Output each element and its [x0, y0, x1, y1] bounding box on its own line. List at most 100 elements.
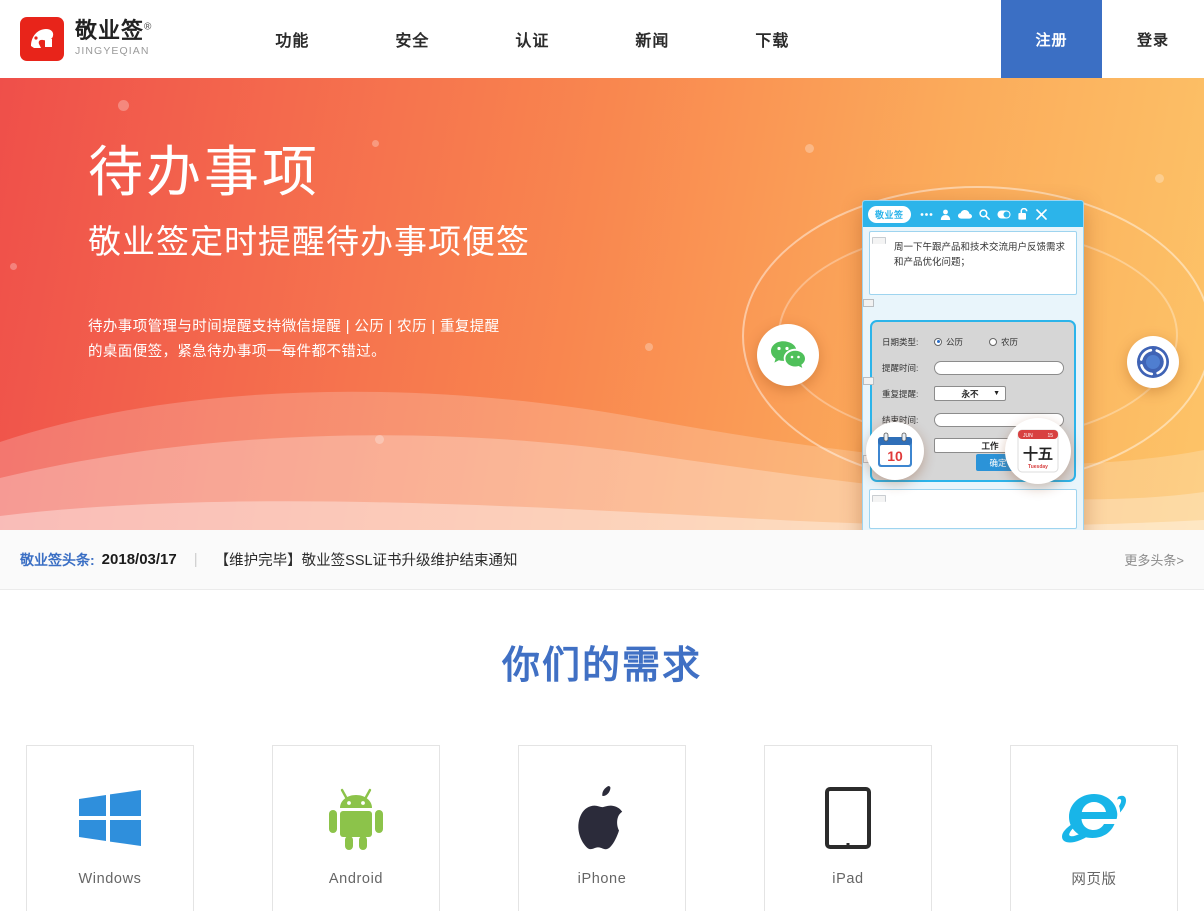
nav-item-download[interactable]: 下载	[712, 27, 832, 51]
app-note-item[interactable]: 周一下午跟产品和技术交流用户反馈需求和产品优化问题；	[869, 231, 1077, 295]
android-icon	[327, 779, 385, 857]
registered-mark: ®	[144, 21, 153, 33]
category-select-value: 工作	[981, 440, 999, 451]
binder-ring	[863, 377, 874, 385]
search-icon[interactable]	[978, 208, 990, 220]
repeat-select-value: 永不	[961, 388, 979, 399]
needs-section-title: 你们的需求	[501, 645, 702, 687]
platform-card-iphone[interactable]: iPhone	[518, 745, 686, 911]
wechat-icon	[771, 341, 805, 368]
nav-item-news[interactable]: 新闻	[592, 27, 712, 51]
radio-solar-label: 公历	[946, 336, 964, 347]
binder-ring	[863, 299, 874, 307]
calendar-icon: JUN 15 十五 Tuesday	[1017, 429, 1059, 473]
site-header: 敬业签® JINGYEQIAN 功能 安全 认证 新闻 下载 注册 登录	[0, 0, 1204, 78]
date-type-row: 日期类型: 公历 农历	[882, 333, 1064, 350]
brand-text: 敬业签® JINGYEQIAN	[75, 19, 153, 59]
svg-text:JUN: JUN	[1023, 433, 1033, 439]
main-nav: 功能 安全 认证 新闻 下载	[232, 0, 832, 78]
platform-card-label: 网页版	[1071, 872, 1117, 888]
hero-text-block: 待办事项 敬业签定时提醒待办事项便签 待办事项管理与时间提醒支持微信提醒 | 公…	[88, 142, 530, 365]
note-binder-rings	[872, 237, 886, 255]
platform-card-android[interactable]: Android	[272, 745, 440, 911]
calendar-icon: 10	[878, 432, 912, 467]
news-date: 2018/03/17	[101, 551, 177, 568]
needs-section: 你们的需求 Windows Android iPhone iPad 网页版	[0, 590, 1204, 911]
calendar-badge-left: 10	[866, 422, 924, 480]
hero-subtitle: 敬业签定时提醒待办事项便签	[88, 222, 530, 260]
news-separator: |	[193, 551, 198, 568]
brand-name-cn: 敬业签®	[75, 19, 153, 42]
svg-text:Tuesday: Tuesday	[1028, 464, 1048, 470]
nav-item-security[interactable]: 安全	[352, 27, 472, 51]
app-window-body: 周一下午跟产品和技术交流用户反馈需求和产品优化问题； 日期类型: 公历 农历 提…	[863, 227, 1083, 530]
toggle-icon[interactable]	[997, 210, 1011, 219]
platform-card-label: Android	[328, 870, 384, 887]
date-type-solar-option[interactable]: 公历	[934, 336, 963, 348]
hero-description: 待办事项管理与时间提醒支持微信提醒 | 公历 | 农历 | 重复提醒 的桌面便签…	[88, 315, 530, 365]
app-note-item[interactable]	[869, 489, 1077, 529]
hero-description-line-1: 待办事项管理与时间提醒支持微信提醒 | 公历 | 农历 | 重复提醒	[88, 318, 500, 335]
date-type-lunar-option[interactable]: 农历	[989, 336, 1018, 348]
platform-cards: Windows Android iPhone iPad 网页版	[0, 745, 1204, 911]
sync-circle-icon	[1137, 346, 1169, 378]
repeat-label: 重复提醒:	[882, 388, 919, 399]
app-window-title-icons	[920, 208, 1047, 220]
login-button[interactable]: 登录	[1102, 0, 1204, 78]
bokeh-dot	[375, 435, 384, 444]
logo-glyph-icon	[31, 29, 54, 48]
app-window-logo: 敬业签	[868, 205, 911, 223]
cloud-icon[interactable]	[957, 209, 972, 219]
ipad-icon	[825, 779, 871, 857]
sync-badge[interactable]	[1127, 336, 1179, 388]
svg-text:十五: 十五	[1023, 445, 1053, 463]
platform-card-windows[interactable]: Windows	[26, 745, 194, 911]
unlock-icon[interactable]	[1017, 208, 1029, 220]
bokeh-dot	[1155, 174, 1164, 183]
news-ticker-bar: 敬业签头条: 2018/03/17 | 【维护完毕】敬业签SSL证书升级维护结束…	[0, 530, 1204, 590]
calendar-badge-right: JUN 15 十五 Tuesday	[1005, 418, 1071, 484]
news-tag-label: 敬业签头条:	[20, 551, 95, 568]
auth-buttons: 注册 登录	[1001, 0, 1204, 78]
hero-title: 待办事项	[88, 141, 321, 203]
platform-card-label: iPad	[832, 870, 864, 887]
register-button[interactable]: 注册	[1001, 0, 1102, 78]
bokeh-dot	[118, 100, 129, 111]
bokeh-dot	[645, 343, 653, 351]
app-window-titlebar: 敬业签	[863, 201, 1083, 227]
platform-card-label: iPhone	[577, 870, 627, 887]
hero-banner: 待办事项 敬业签定时提醒待办事项便签 待办事项管理与时间提醒支持微信提醒 | 公…	[0, 78, 1204, 530]
remind-time-row: 提醒时间:	[882, 359, 1064, 376]
platform-card-label: Windows	[78, 870, 142, 887]
bokeh-dot	[10, 263, 17, 270]
radio-lunar-label: 农历	[1001, 336, 1019, 347]
more-dots-icon[interactable]	[920, 212, 933, 217]
nav-item-certification[interactable]: 认证	[472, 27, 592, 51]
brand-mark-icon	[20, 17, 64, 61]
wechat-badge[interactable]	[757, 324, 819, 386]
nav-item-features[interactable]: 功能	[232, 27, 352, 51]
remind-time-input[interactable]	[934, 360, 1064, 375]
date-type-label: 日期类型:	[882, 336, 919, 347]
hero-description-line-2: 的桌面便签，紧急待办事项一每件都不错过。	[88, 343, 386, 360]
app-note-text: 周一下午跟产品和技术交流用户反馈需求和产品优化问题；	[894, 242, 1066, 268]
svg-text:10: 10	[887, 448, 903, 464]
radio-solar[interactable]	[934, 337, 942, 346]
platform-card-web[interactable]: 网页版	[1010, 745, 1178, 911]
news-headline-link[interactable]: 【维护完毕】敬业签SSL证书升级维护结束通知	[215, 549, 518, 570]
internet-explorer-icon	[1060, 776, 1128, 854]
repeat-row: 重复提醒: 永不 ▼	[882, 385, 1064, 402]
apple-icon	[574, 779, 630, 857]
user-icon[interactable]	[940, 209, 951, 220]
more-news-link[interactable]: 更多头条>	[1124, 550, 1184, 569]
brand-logo[interactable]: 敬业签® JINGYEQIAN	[0, 0, 152, 78]
close-icon[interactable]	[1035, 208, 1047, 220]
chevron-down-icon: ▼	[993, 390, 1000, 397]
repeat-select[interactable]: 永不 ▼	[934, 386, 1006, 401]
radio-lunar[interactable]	[989, 337, 998, 346]
brand-name-en: JINGYEQIAN	[75, 44, 150, 57]
remind-time-label: 提醒时间:	[882, 362, 919, 373]
bokeh-dot	[805, 144, 814, 153]
windows-icon	[77, 779, 143, 857]
platform-card-ipad[interactable]: iPad	[764, 745, 932, 911]
